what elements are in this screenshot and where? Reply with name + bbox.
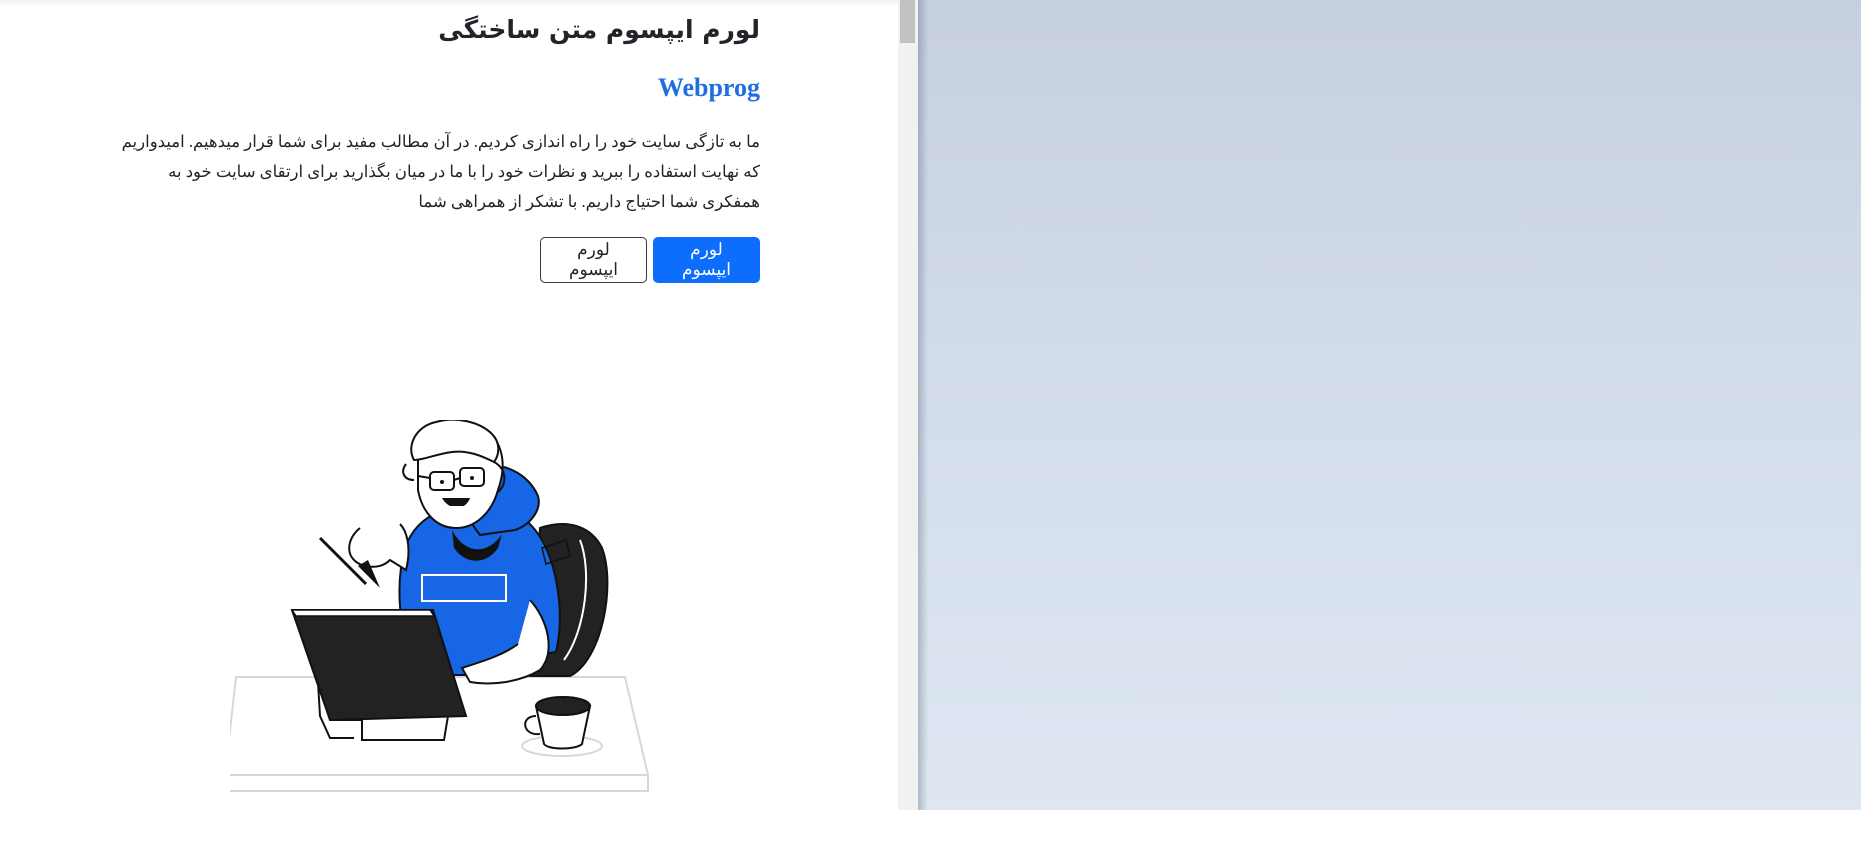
page-title: لورم ایپسوم متن ساختگی [438,15,760,44]
top-shadow [0,0,900,6]
developer-at-laptop-icon [223,418,650,792]
page-viewport: لورم ایپسوم متن ساختگی Webprog ما به تاز… [0,0,900,810]
primary-button[interactable]: لورم ایپسوم [653,237,760,283]
developer-illustration [223,418,670,795]
background-pane [918,0,1861,810]
pane-shadow [918,0,928,810]
brand-heading: Webprog [657,73,760,102]
hero-content: لورم ایپسوم متن ساختگی Webprog ما به تاز… [110,8,760,283]
scrollbar-thumb[interactable] [900,0,915,43]
vertical-scrollbar[interactable] [898,0,918,810]
hero-buttons: لورم ایپسوم لورم ایپسوم [110,237,760,283]
hero-description: ما به تازگی سایت خود را راه اندازی کردیم… [121,132,760,211]
secondary-button[interactable]: لورم ایپسوم [540,237,647,283]
